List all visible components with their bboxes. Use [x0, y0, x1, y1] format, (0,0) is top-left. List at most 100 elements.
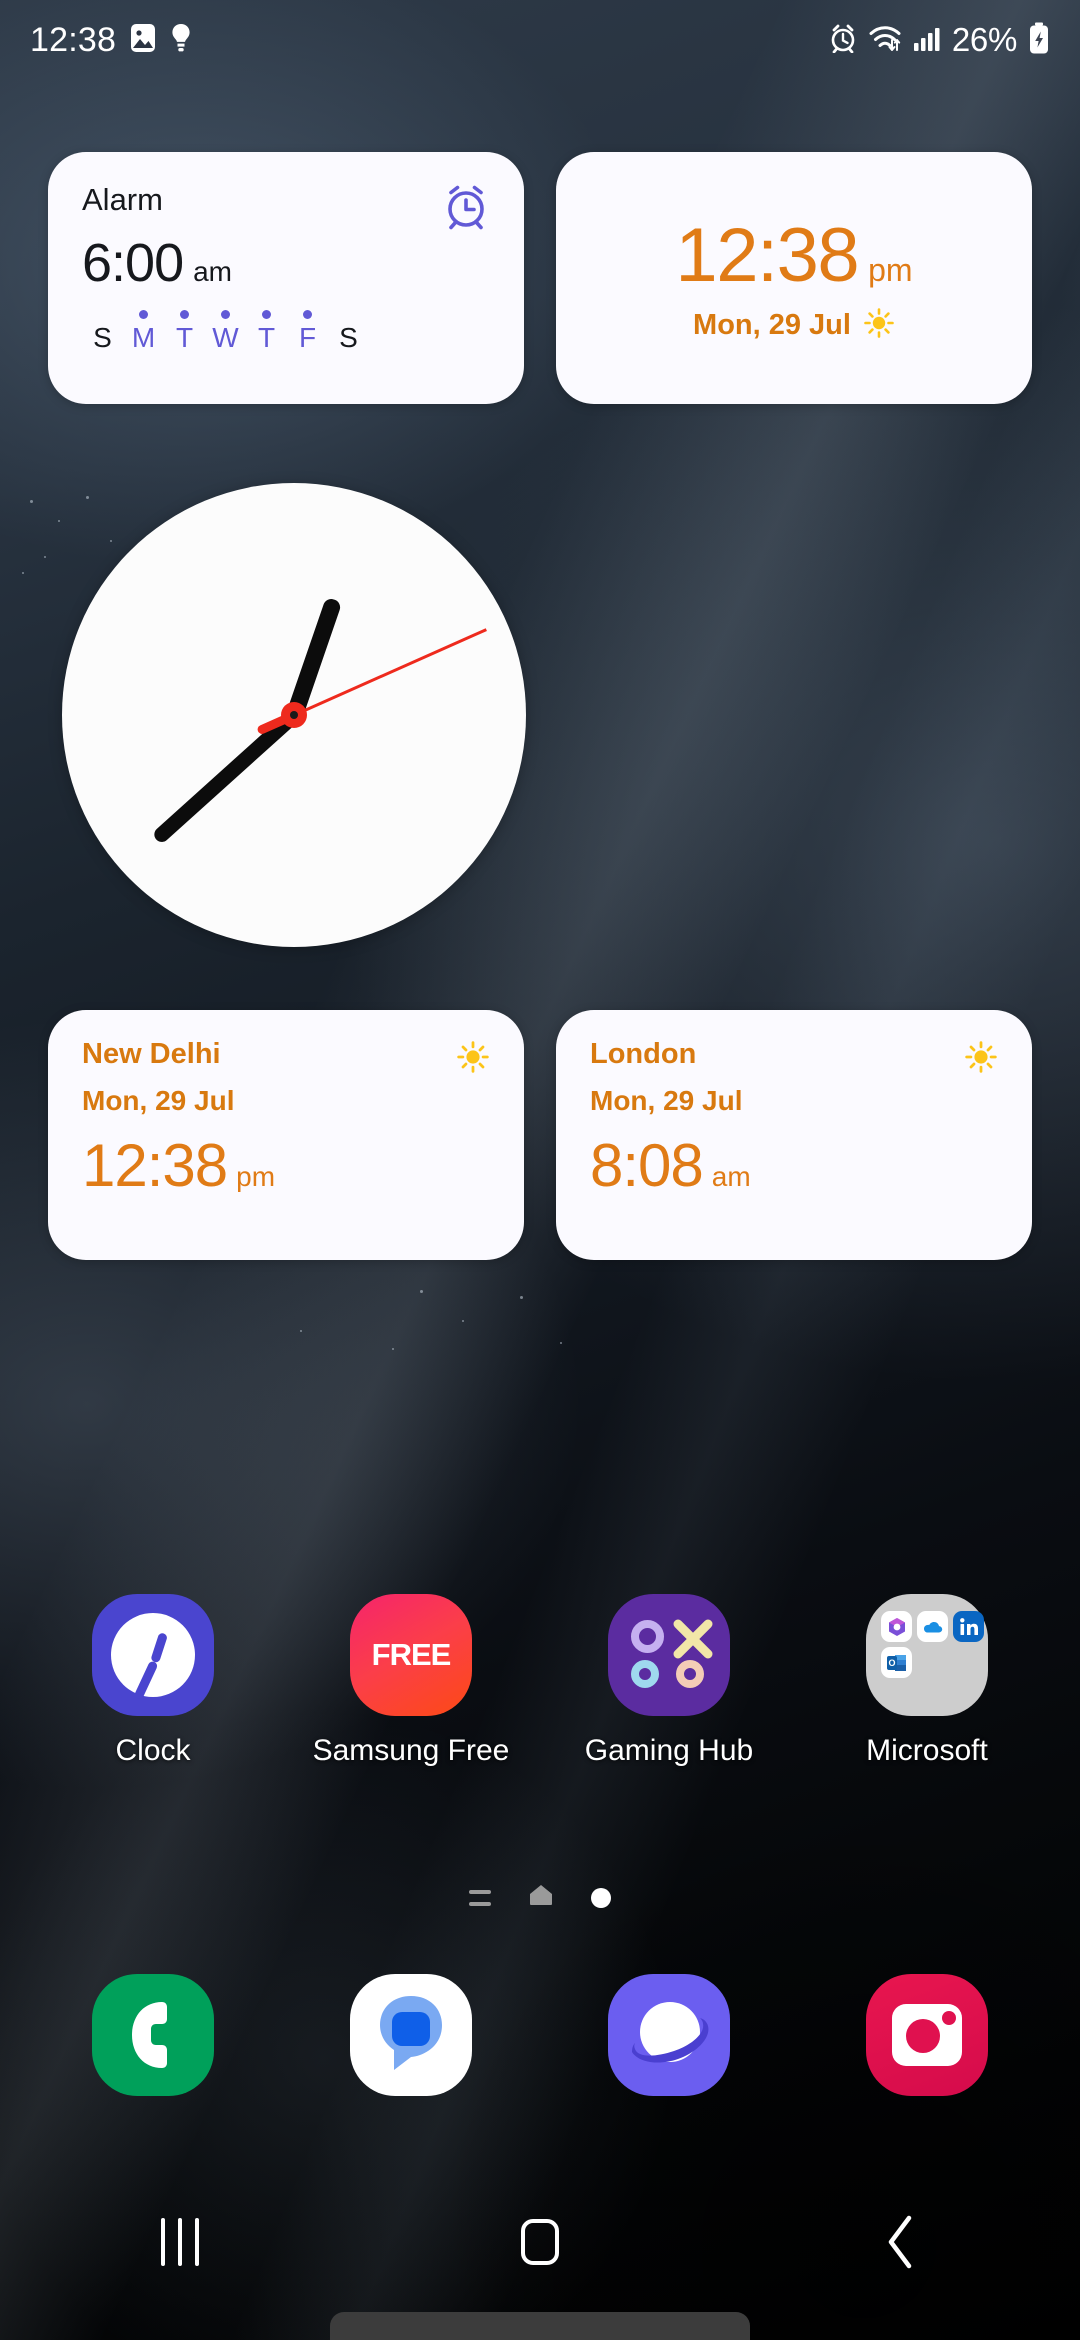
analog-clock-widget[interactable]: [62, 483, 526, 947]
back-icon[interactable]: [810, 2192, 990, 2292]
gesture-handle[interactable]: [330, 2312, 750, 2340]
status-bar-right: 26%: [829, 21, 1050, 59]
clock-app-icon[interactable]: [92, 1594, 214, 1716]
alarm-day-dot: [180, 310, 189, 319]
home-page-icon[interactable]: [529, 1884, 553, 1911]
alarm-ampm: am: [193, 256, 233, 287]
clock-hour-hand: [285, 596, 342, 718]
alarm-day-letter: T: [257, 322, 276, 353]
current-page-dot[interactable]: [591, 1887, 611, 1908]
app-label: Clock: [115, 1734, 191, 1767]
status-bar[interactable]: 12:38 26%: [0, 0, 1080, 80]
wifi-icon: [868, 23, 902, 58]
world-clock-city: New Delhi: [82, 1038, 221, 1070]
alarm-day-letter: T: [175, 322, 194, 353]
alarm-day-letter: W: [212, 322, 239, 353]
gaming-hub-circle-1: [631, 1620, 664, 1653]
gaming-hub-circle-2: [631, 1660, 659, 1688]
outlook-icon: O: [881, 1647, 912, 1678]
alarm-clock-icon: [438, 178, 494, 239]
alarm-day-dot: [344, 310, 353, 319]
app-samsung-free[interactable]: FREE Samsung Free: [311, 1594, 511, 1768]
status-bar-left: 12:38: [30, 21, 192, 60]
microsoft-folder-icon[interactable]: O: [866, 1594, 988, 1716]
clock-center-pin: [281, 702, 307, 728]
world-clock-date: Mon, 29 Jul: [590, 1085, 743, 1116]
digital-clock-ampm: pm: [868, 252, 913, 288]
digital-clock-date: Mon, 29 Jul: [693, 309, 851, 341]
signal-icon: [913, 23, 941, 58]
alarm-day-dot: [303, 310, 312, 319]
gaming-hub-circle-3: [676, 1660, 704, 1688]
app-microsoft-folder[interactable]: O Microsoft: [827, 1594, 1027, 1768]
world-clock-date: Mon, 29 Jul: [82, 1085, 235, 1116]
alarm-day-dot: [221, 310, 230, 319]
battery-percent: 26%: [951, 21, 1017, 58]
alarm-day-dot: [139, 310, 148, 319]
world-clock-time: 8:08: [590, 1132, 704, 1199]
dock-item-messages[interactable]: [311, 1974, 511, 2096]
app-label: Microsoft: [866, 1734, 988, 1767]
app-gaming-hub[interactable]: Gaming Hub: [569, 1594, 769, 1768]
alarm-day-repeat: SMTWTFS: [82, 310, 490, 352]
alarm-icon: [829, 23, 857, 58]
dock-item-camera[interactable]: [827, 1974, 1027, 2096]
home-icon[interactable]: [450, 2192, 630, 2292]
sun-icon: [456, 1040, 490, 1079]
microsoft-365-icon: [881, 1611, 912, 1642]
app-label: Gaming Hub: [584, 1734, 754, 1767]
gaming-hub-app-icon[interactable]: [608, 1594, 730, 1716]
app-label: Samsung Free: [312, 1734, 510, 1767]
world-clock-time-row: 8:08 am: [590, 1131, 998, 1200]
world-clock-card-london[interactable]: London Mon, 29 Jul 8:08 am: [556, 1010, 1032, 1260]
samsung-free-glyph: FREE: [371, 1637, 452, 1672]
alarm-day-0: S: [82, 310, 123, 352]
dock-item-phone[interactable]: [53, 1974, 253, 2096]
digital-clock-date-row: Mon, 29 Jul: [693, 307, 895, 344]
alarm-time: 6:00: [82, 233, 184, 293]
alarm-day-letter: S: [93, 322, 112, 353]
world-clock-city: London: [590, 1038, 697, 1070]
world-clock-time-row: 12:38 pm: [82, 1131, 490, 1200]
camera-icon[interactable]: [866, 1974, 988, 2096]
alarm-day-letter: M: [131, 322, 156, 353]
clock-minute-hand: [150, 709, 300, 846]
linkedin-icon: [953, 1611, 984, 1642]
alarm-day-1: M: [123, 310, 164, 352]
dock: [0, 1974, 1080, 2096]
alarm-title: Alarm: [82, 182, 163, 217]
alarm-widget[interactable]: Alarm 6:00 am SMTWTFS: [48, 152, 524, 404]
world-clock-time: 12:38: [82, 1132, 228, 1199]
feed-page-icon[interactable]: [469, 1889, 491, 1906]
status-bar-clock: 12:38: [30, 20, 117, 59]
dock-item-internet[interactable]: [569, 1974, 769, 2096]
phone-icon[interactable]: [92, 1974, 214, 2096]
internet-icon[interactable]: [608, 1974, 730, 2096]
alarm-day-letter: F: [298, 322, 317, 353]
messages-icon[interactable]: [350, 1974, 472, 2096]
navigation-bar: [0, 2192, 1080, 2292]
samsung-free-app-icon[interactable]: FREE: [350, 1594, 472, 1716]
world-clock-card-new-delhi[interactable]: New Delhi Mon, 29 Jul 12:38 pm: [48, 1010, 524, 1260]
onedrive-icon: [917, 1611, 948, 1642]
lightbulb-icon: [170, 23, 192, 58]
app-grid: Clock FREE Samsung Free Gaming Hub O Mic…: [0, 1594, 1080, 1768]
alarm-day-2: T: [164, 310, 205, 352]
alarm-day-6: S: [328, 310, 369, 352]
battery-charging-icon: [1028, 22, 1050, 59]
alarm-day-3: W: [205, 310, 246, 352]
recents-icon[interactable]: [90, 2192, 270, 2292]
app-clock[interactable]: Clock: [53, 1594, 253, 1768]
image-icon: [130, 23, 156, 58]
alarm-day-5: F: [287, 310, 328, 352]
sun-icon: [863, 307, 895, 344]
digital-clock-widget[interactable]: 12:38 pm Mon, 29 Jul: [556, 152, 1032, 404]
svg-text:O: O: [888, 1658, 895, 1668]
world-clock-ampm: am: [711, 1161, 751, 1192]
alarm-day-dot: [98, 310, 107, 319]
alarm-day-4: T: [246, 310, 287, 352]
sun-icon: [964, 1040, 998, 1079]
page-indicator[interactable]: [0, 1884, 1080, 1911]
digital-clock-time-row: 12:38 pm: [675, 212, 912, 299]
digital-clock-time: 12:38: [675, 213, 859, 298]
